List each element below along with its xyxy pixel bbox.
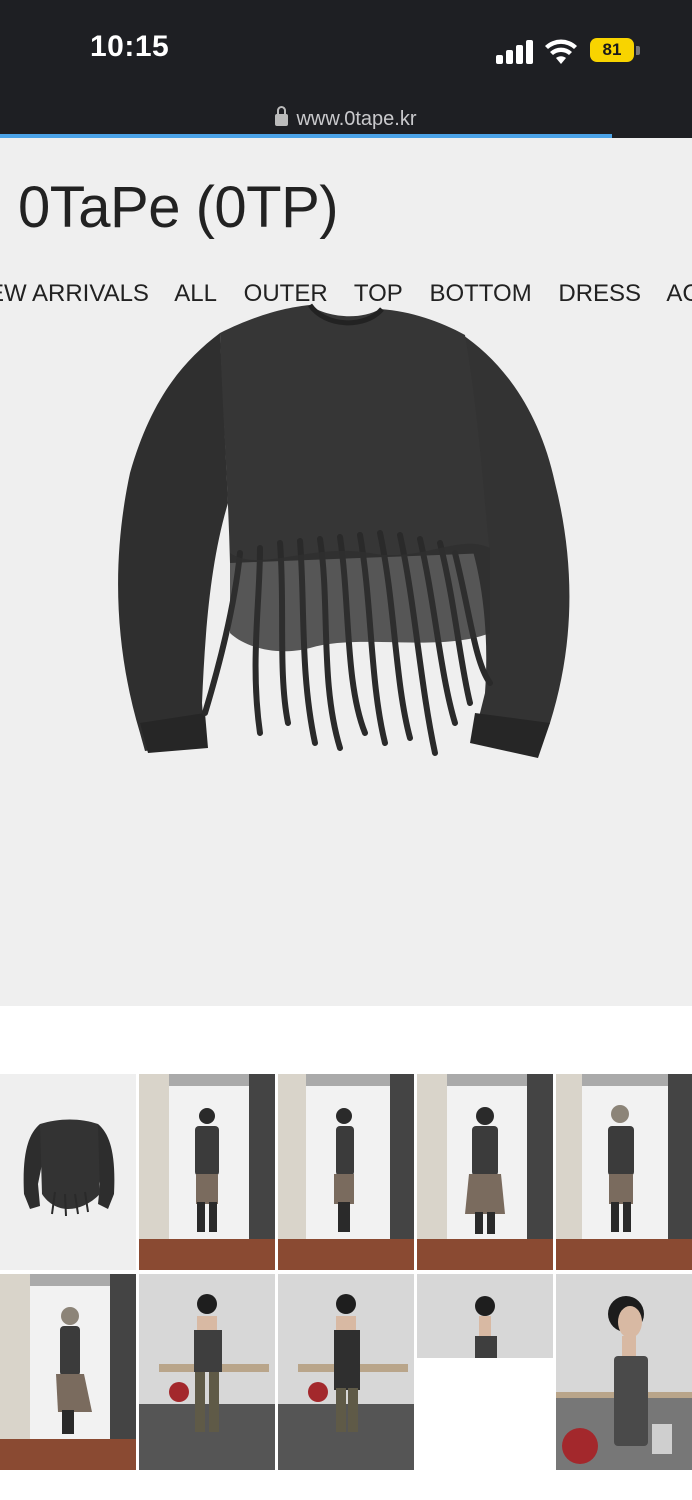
product-main-image[interactable] xyxy=(110,303,580,783)
clock: 10:15 xyxy=(90,30,170,63)
nav-acc[interactable]: ACC xyxy=(666,280,692,307)
status-bar: 10:15 81 xyxy=(0,0,692,100)
wifi-icon xyxy=(545,39,577,64)
battery-cap xyxy=(636,46,640,55)
thumbnail-model-profile-tube[interactable] xyxy=(556,1274,692,1470)
battery-level: 81 xyxy=(602,40,622,59)
thumbnail-model-front-tube[interactable] xyxy=(139,1274,275,1470)
thumbnail-model-front[interactable] xyxy=(139,1074,275,1270)
thumbnail-model-side[interactable] xyxy=(278,1074,414,1270)
address-bar[interactable]: www.0tape.kr xyxy=(0,100,692,136)
thumbnail-model-side-tube-cropped[interactable] xyxy=(417,1274,553,1470)
signal-icon xyxy=(496,38,536,64)
lock-icon xyxy=(275,106,289,126)
brand-logo[interactable]: 0TaPe (0TP) xyxy=(18,174,339,241)
thumbnail-model-side-hat[interactable] xyxy=(0,1274,136,1470)
thumbnail-model-front-hat[interactable] xyxy=(556,1074,692,1270)
thumbnail-model-back[interactable] xyxy=(417,1074,553,1270)
thumbnail-flat-lay[interactable] xyxy=(0,1074,136,1270)
battery-icon: 81 xyxy=(590,38,634,62)
thumbnail-model-back-tube[interactable] xyxy=(278,1274,414,1470)
product-hero: 0TaPe (0TP) EW ARRIVALS ALL OUTER TOP BO… xyxy=(0,138,692,1006)
url-text: www.0tape.kr xyxy=(296,108,417,130)
